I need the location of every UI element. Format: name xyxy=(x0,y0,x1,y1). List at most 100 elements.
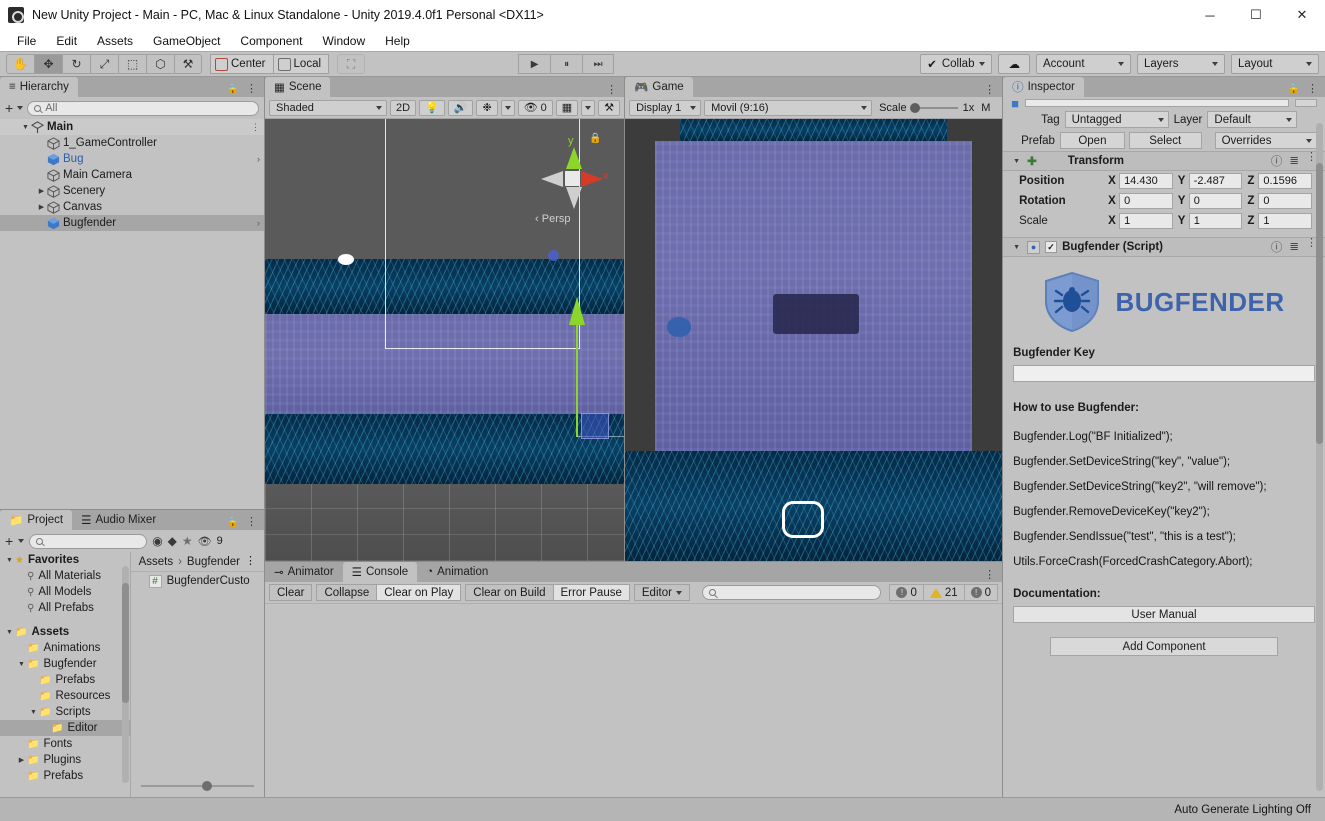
scene-context-menu-icon[interactable]: ⋮ xyxy=(251,122,260,132)
tab-hierarchy[interactable]: ≡ Hierarchy xyxy=(0,77,78,97)
tab-console[interactable]: ☰ Console xyxy=(342,562,418,582)
move-gizmo[interactable] xyxy=(565,297,625,439)
gizmo-axis-negy-cone[interactable] xyxy=(566,187,582,209)
prefab-open-button[interactable]: Open xyxy=(1059,132,1125,149)
static-toggle[interactable] xyxy=(1295,99,1317,107)
filter-by-label-icon[interactable]: ◆ xyxy=(168,534,177,548)
prefab-overrides-dropdown[interactable]: Overrides xyxy=(1214,132,1317,149)
tab-game[interactable]: 🎮 Game xyxy=(625,77,693,97)
bugfender-enabled-checkbox[interactable]: ✓ xyxy=(1045,241,1058,253)
transform-scale-z-input[interactable]: 1 xyxy=(1258,213,1312,229)
hierarchy-item-main-camera[interactable]: Main Camera xyxy=(0,167,264,183)
prefab-select-button[interactable]: Select xyxy=(1128,132,1202,149)
project-assets-root[interactable]: ▼ 📁 Assets xyxy=(0,624,130,640)
hierarchy-item-bug[interactable]: Bug › xyxy=(0,151,264,167)
expand-arrow-icon[interactable]: ▼ xyxy=(4,629,15,636)
scale-tool-icon[interactable]: ⤢ xyxy=(90,54,118,74)
object-name-field[interactable] xyxy=(1024,99,1289,107)
user-manual-button[interactable]: User Manual xyxy=(1013,606,1315,623)
menu-file[interactable]: File xyxy=(8,32,45,50)
favorite-all-prefabs[interactable]: ⚲ All Prefabs xyxy=(0,600,130,616)
project-search-input[interactable] xyxy=(29,533,148,549)
info-count[interactable]: ! 0 xyxy=(964,584,999,601)
console-search-input[interactable] xyxy=(701,585,882,600)
project-content-menu-icon[interactable]: ⋮ xyxy=(245,556,256,567)
add-component-button[interactable]: Add Component xyxy=(1050,637,1279,656)
project-file-list[interactable]: # BugfenderCusto xyxy=(131,572,264,797)
transform-position-y-input[interactable]: -2.487 xyxy=(1188,173,1243,189)
scene-lock-icon[interactable]: 🔒 xyxy=(589,133,601,144)
scene-2d-toggle[interactable]: 2D xyxy=(390,99,417,116)
menu-edit[interactable]: Edit xyxy=(47,32,86,50)
favorite-all-materials[interactable]: ⚲ All Materials xyxy=(0,568,130,584)
scene-hidden-objects-toggle[interactable]: 👁 0 xyxy=(517,99,553,116)
project-folder-bugfender[interactable]: ▼ 📁 Bugfender xyxy=(0,656,130,672)
breadcrumb-bugfender[interactable]: Bugfender xyxy=(187,556,240,568)
menu-gameobject[interactable]: GameObject xyxy=(144,32,229,50)
game-aspect-dropdown[interactable]: Movil (9:16) xyxy=(704,99,873,116)
game-display-dropdown[interactable]: Display 1 xyxy=(629,99,702,116)
expand-arrow-icon[interactable]: ▼ xyxy=(16,661,27,668)
layers-button[interactable]: Layers xyxy=(1136,54,1225,74)
clear-button[interactable]: Clear xyxy=(269,584,313,601)
transform-rotation-z-input[interactable]: 0 xyxy=(1258,193,1312,209)
inspector-menu-icon[interactable]: ⋮ xyxy=(1307,84,1318,95)
menu-help[interactable]: Help xyxy=(376,32,419,50)
hierarchy-add-icon[interactable]: + xyxy=(5,101,13,115)
pivot-mode-button[interactable]: Center xyxy=(210,54,274,74)
hierarchy-item-scenery[interactable]: ▶ Scenery xyxy=(0,183,264,199)
tab-inspector[interactable]: ⓘ Inspector xyxy=(1003,77,1084,97)
error-count[interactable]: ! 0 xyxy=(889,584,924,601)
expand-arrow-icon[interactable]: ▼ xyxy=(28,709,39,716)
gizmo-axis-y-cone[interactable] xyxy=(566,147,582,169)
gizmo-axis-negx-cone[interactable] xyxy=(541,171,563,187)
project-tree[interactable]: ▼ ★ Favorites ⚲ All Materials ⚲ All Models ⚲ All… xyxy=(0,552,130,797)
hierarchy-item-bugfender[interactable]: Bugfender › xyxy=(0,215,264,231)
favorite-all-models[interactable]: ⚲ All Models xyxy=(0,584,130,600)
scene-shading-dropdown[interactable]: Shaded xyxy=(269,99,387,116)
lock-icon[interactable]: 🔒 xyxy=(227,84,239,95)
expand-arrow-icon[interactable]: ▶ xyxy=(36,203,47,211)
bugfender-key-input[interactable] xyxy=(1013,365,1315,382)
scene-fx-icon[interactable]: ❉ xyxy=(476,99,498,116)
project-folder-animations[interactable]: 📁 Animations xyxy=(0,640,130,656)
step-button[interactable]: ⏭ xyxy=(582,54,615,74)
chevron-down-icon[interactable] xyxy=(18,539,25,543)
collapse-arrow-icon[interactable]: ▼ xyxy=(1011,158,1022,165)
tab-animation[interactable]: ◔ Animation xyxy=(417,562,498,582)
preset-icon[interactable]: ≣ xyxy=(1289,153,1299,169)
gizmo-axis-x-cone[interactable] xyxy=(581,171,603,187)
minimize-button[interactable]: ─ xyxy=(1187,0,1233,30)
project-folder-prefabs[interactable]: 📁 Prefabs xyxy=(0,768,130,784)
game-maximize-label[interactable]: M xyxy=(977,102,990,114)
error-pause-button[interactable]: Error Pause xyxy=(552,584,630,601)
favorites-star-icon[interactable]: ★ xyxy=(182,534,193,548)
hierarchy-tree[interactable]: ▼ Main ⋮ 1_GameController Bug › Main Camera ▶ Sc… xyxy=(0,119,264,509)
project-folder-plugins[interactable]: ▶ 📁 Plugins xyxy=(0,752,130,768)
transform-scale-x-input[interactable]: 1 xyxy=(1119,213,1173,229)
game-scale-control[interactable]: Scale 1x xyxy=(875,102,974,114)
grid-snap-icon[interactable]: ⛶ xyxy=(337,54,366,74)
scene-gizmos-icon[interactable]: ⚒ xyxy=(598,99,621,116)
layout-button[interactable]: Layout xyxy=(1230,54,1319,74)
clear-on-build-button[interactable]: Clear on Build xyxy=(465,584,553,601)
collapse-button[interactable]: Collapse xyxy=(316,584,377,601)
open-prefab-chevron-icon[interactable]: › xyxy=(257,218,260,228)
console-log-list[interactable] xyxy=(265,603,1003,797)
project-zoom-slider[interactable] xyxy=(131,779,264,793)
tag-dropdown[interactable]: Untagged xyxy=(1064,111,1169,128)
preset-icon[interactable]: ≣ xyxy=(1289,239,1299,255)
scene-menu-icon[interactable]: ⋮ xyxy=(606,85,617,96)
project-folder-fonts[interactable]: 📁 Fonts xyxy=(0,736,130,752)
expand-arrow-icon[interactable]: ▶ xyxy=(36,187,47,195)
custom-tool-icon[interactable]: ⚒ xyxy=(174,54,202,74)
hierarchy-menu-icon[interactable]: ⋮ xyxy=(246,84,257,95)
clear-on-play-button[interactable]: Clear on Play xyxy=(376,584,462,601)
lock-icon[interactable]: 🔒 xyxy=(227,517,239,528)
hierarchy-item-1-gamecontroller[interactable]: 1_GameController xyxy=(0,135,264,151)
list-item[interactable]: # BugfenderCusto xyxy=(131,572,264,590)
tab-animator[interactable]: ⊸ Animator xyxy=(265,562,343,582)
layer-dropdown[interactable]: Default xyxy=(1207,111,1298,128)
rotate-tool-icon[interactable]: ↻ xyxy=(62,54,90,74)
expand-arrow-icon[interactable]: ▼ xyxy=(20,124,31,131)
